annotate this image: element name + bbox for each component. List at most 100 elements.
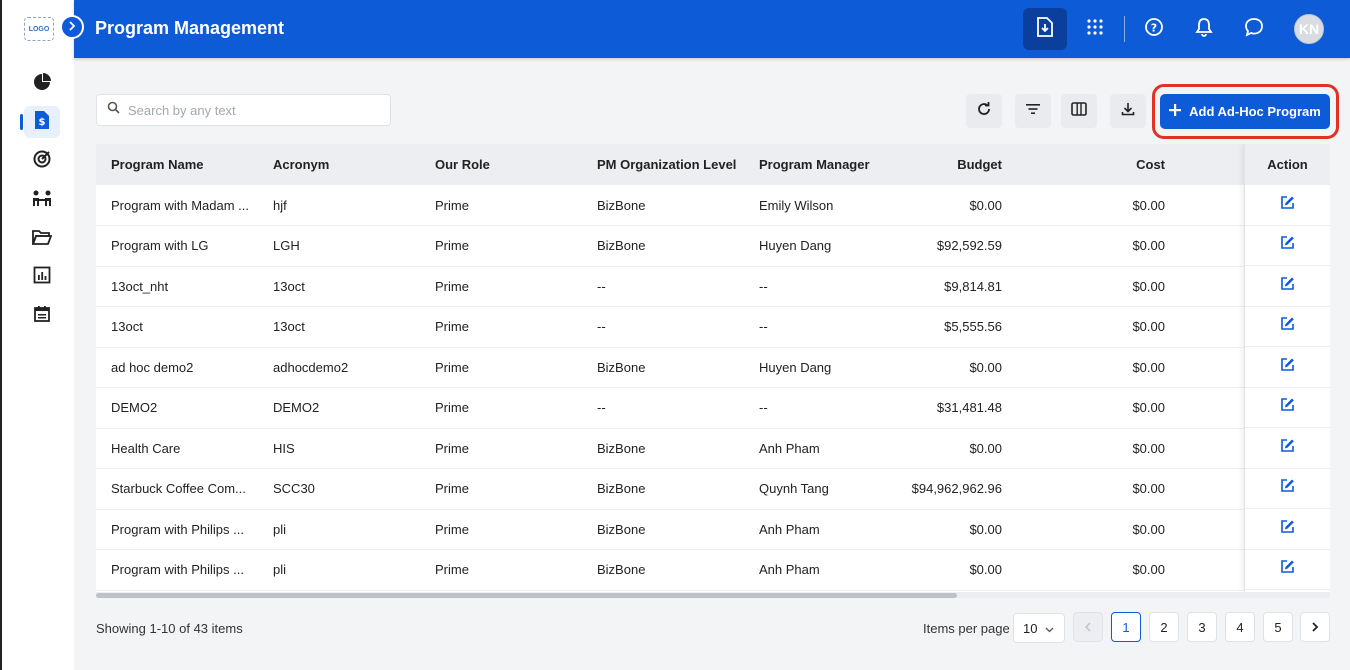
cell-our-role: Prime xyxy=(420,509,582,550)
cell-program-manager: Anh Pham xyxy=(744,549,894,591)
cell-acronym: pli xyxy=(258,509,420,550)
help-icon: ? xyxy=(1144,17,1164,42)
table-row[interactable]: Health Care HIS Prime BizBone Anh Pham $0.00 $… xyxy=(96,428,1330,469)
expand-sidebar-button[interactable] xyxy=(60,15,84,39)
table-row[interactable]: ad hoc demo2 adhocdemo2 Prime BizBone Huyen … xyxy=(96,347,1330,388)
cell-budget: $94,962,962.96 xyxy=(894,468,1002,510)
sidebar: LOGO $ xyxy=(0,0,74,670)
search-box xyxy=(96,94,391,126)
cell-acronym: DEMO2 xyxy=(258,387,420,429)
column-header-acronym[interactable]: Acronym xyxy=(258,144,420,185)
edit-icon[interactable] xyxy=(1280,478,1295,498)
refresh-button[interactable] xyxy=(966,94,1002,128)
next-page-button[interactable] xyxy=(1300,612,1330,642)
target-icon xyxy=(32,149,52,174)
cell-budget: $0.00 xyxy=(894,428,1002,469)
column-header-pm-org-level[interactable]: PM Organization Level xyxy=(582,144,744,185)
table-row[interactable]: Program with Madam ... hjf Prime BizBone Emi… xyxy=(96,185,1330,226)
cell-budget: $0.00 xyxy=(894,347,1002,388)
sidebar-item-reports[interactable] xyxy=(24,261,60,293)
columns-icon xyxy=(1071,101,1087,121)
cell-program-name: Program with Madam ... xyxy=(96,185,258,226)
column-header-program-name[interactable]: Program Name xyxy=(96,144,258,185)
refresh-icon xyxy=(976,101,992,122)
chevron-down-icon xyxy=(1045,621,1054,636)
cell-pm-org-level: -- xyxy=(582,266,744,307)
table-row[interactable]: Starbuck Coffee Com... SCC30 Prime BizBone Q… xyxy=(96,468,1330,510)
column-header-program-manager[interactable]: Program Manager xyxy=(744,144,894,185)
action-cell xyxy=(1245,347,1330,388)
cell-program-name: Program with Philips ... xyxy=(96,509,258,550)
avatar[interactable]: KN xyxy=(1294,14,1324,44)
import-button[interactable] xyxy=(1023,8,1067,50)
cell-program-manager: Huyen Dang xyxy=(744,347,894,388)
cell-cost: $0.00 xyxy=(1002,266,1165,307)
action-cell xyxy=(1245,307,1330,347)
sidebar-item-calendar[interactable] xyxy=(24,300,60,332)
table-row[interactable]: Program with Philips ... pli Prime BizBone A… xyxy=(96,549,1330,591)
search-input[interactable] xyxy=(128,102,368,118)
edit-icon[interactable] xyxy=(1280,357,1295,377)
sidebar-item-files[interactable] xyxy=(24,223,60,255)
page-button-3[interactable]: 3 xyxy=(1187,612,1217,642)
search-icon xyxy=(107,101,120,119)
download-button[interactable] xyxy=(1110,94,1146,128)
table-row[interactable]: 13oct 13oct Prime -- -- $5,555.56 $0.00 xyxy=(96,306,1330,348)
table-row[interactable]: 13oct_nht 13oct Prime -- -- $9,814.81 $0.00 xyxy=(96,266,1330,307)
cell-program-manager: Emily Wilson xyxy=(744,185,894,226)
prev-page-button[interactable] xyxy=(1073,612,1103,642)
cell-program-name: ad hoc demo2 xyxy=(96,347,258,388)
sidebar-item-team[interactable] xyxy=(24,184,60,216)
column-header-cost[interactable]: Cost xyxy=(1002,144,1165,185)
sidebar-item-goals[interactable] xyxy=(24,145,60,177)
cell-our-role: Prime xyxy=(420,266,582,307)
page-button-5[interactable]: 5 xyxy=(1263,612,1293,642)
page-button-1[interactable]: 1 xyxy=(1111,612,1141,642)
sidebar-item-dashboard[interactable] xyxy=(24,68,60,100)
bar-chart-icon xyxy=(33,266,51,289)
programs-table: Program Name Acronym Our Role PM Organiz… xyxy=(96,144,1330,592)
cell-pm-org-level: BizBone xyxy=(582,549,744,591)
cell-cost: $0.00 xyxy=(1002,428,1165,469)
columns-button[interactable] xyxy=(1061,94,1097,128)
edit-icon[interactable] xyxy=(1280,519,1295,539)
page-button-2[interactable]: 2 xyxy=(1149,612,1179,642)
sidebar-item-programs[interactable]: $ xyxy=(20,106,60,138)
page-button-4[interactable]: 4 xyxy=(1225,612,1255,642)
edit-icon[interactable] xyxy=(1280,276,1295,296)
table-row[interactable]: Program with LG LGH Prime BizBone Huyen Dang… xyxy=(96,225,1330,267)
dollar-document-icon: $ xyxy=(33,110,51,135)
cell-budget: $5,555.56 xyxy=(894,306,1002,348)
cell-our-role: Prime xyxy=(420,549,582,591)
help-button[interactable]: ? xyxy=(1132,8,1176,50)
cell-budget: $0.00 xyxy=(894,185,1002,226)
table-row[interactable]: Program with Philips ... pli Prime BizBone A… xyxy=(96,509,1330,550)
edit-icon[interactable] xyxy=(1280,397,1295,417)
edit-icon[interactable] xyxy=(1280,559,1295,579)
items-per-page-select[interactable]: 10 xyxy=(1013,613,1065,643)
horizontal-scrollbar-thumb[interactable] xyxy=(96,593,957,598)
action-cell xyxy=(1245,428,1330,469)
edit-icon[interactable] xyxy=(1280,438,1295,458)
cell-acronym: hjf xyxy=(258,185,420,226)
cell-pm-org-level: BizBone xyxy=(582,509,744,550)
people-icon xyxy=(31,188,53,213)
cell-program-name: Starbuck Coffee Com... xyxy=(96,468,258,510)
cell-cost: $0.00 xyxy=(1002,306,1165,348)
edit-icon[interactable] xyxy=(1280,316,1295,336)
edit-icon[interactable] xyxy=(1280,195,1295,215)
filter-button[interactable] xyxy=(1015,94,1051,128)
table-row[interactable]: DEMO2 DEMO2 Prime -- -- $31,481.48 $0.00 xyxy=(96,387,1330,429)
edit-icon[interactable] xyxy=(1280,235,1295,255)
header-divider xyxy=(1124,16,1125,42)
pagination-summary: Showing 1-10 of 43 items xyxy=(96,621,243,636)
apps-button[interactable] xyxy=(1073,8,1117,50)
notifications-button[interactable] xyxy=(1182,8,1226,50)
messages-button[interactable] xyxy=(1232,8,1276,50)
cell-acronym: adhocdemo2 xyxy=(258,347,420,388)
cell-acronym: 13oct xyxy=(258,306,420,348)
column-header-budget[interactable]: Budget xyxy=(894,144,1002,185)
column-header-our-role[interactable]: Our Role xyxy=(420,144,582,185)
folder-open-icon xyxy=(31,228,53,251)
column-header-action: Action xyxy=(1245,144,1330,185)
